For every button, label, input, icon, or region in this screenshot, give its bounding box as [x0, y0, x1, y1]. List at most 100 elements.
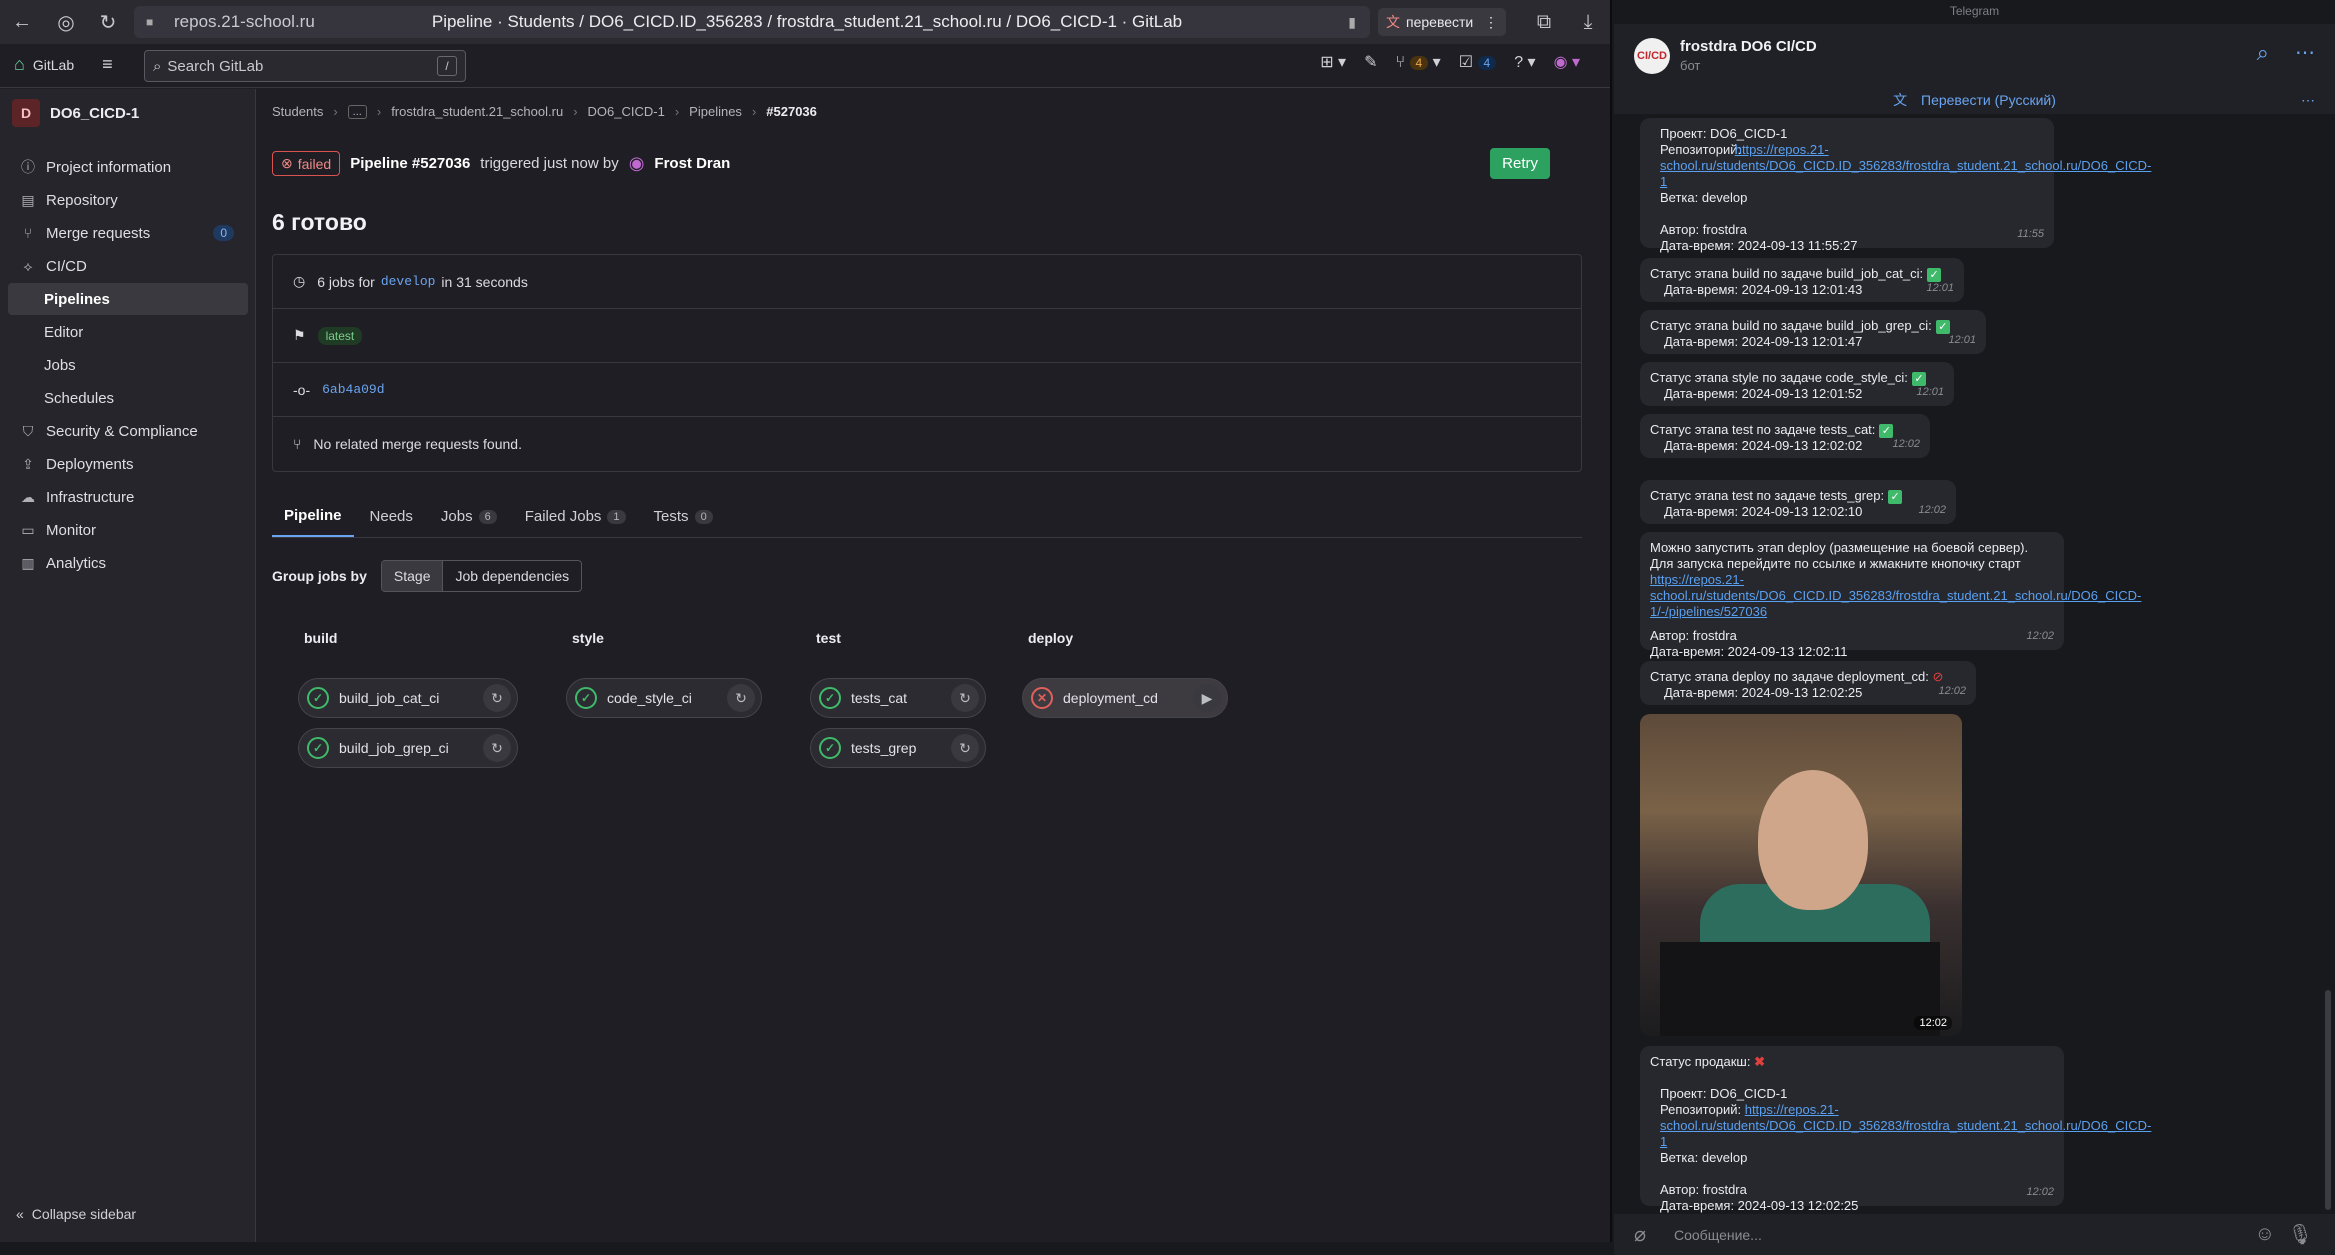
download-icon[interactable]: ⤓ [1574, 8, 1602, 36]
collapse-sidebar-button[interactable]: « Collapse sidebar [16, 1206, 136, 1222]
sidebar-item-ci-cd[interactable]: ⟡ CI/CD [8, 250, 248, 282]
sidebar-item-monitor[interactable]: ▭ Monitor [8, 514, 248, 546]
user-avatar-small[interactable]: ◉ [629, 153, 645, 174]
tab-tests[interactable]: Tests 0 [642, 496, 725, 537]
job-deployment-cd[interactable]: ✕ deployment_cd ▶ [1022, 678, 1228, 718]
more-icon[interactable]: ⋮ [1484, 14, 1498, 31]
tab-failed-jobs[interactable]: Failed Jobs 1 [513, 496, 638, 537]
reload-icon[interactable]: ↻ [94, 8, 122, 36]
gitlab-header: ⌂ GitLab ≡ ⌕ Search GitLab / ⊞ ▾ ✎ ⑂ 4 ▾… [0, 44, 1610, 88]
tab-label: Tests [653, 508, 689, 525]
job-code-style-ci[interactable]: ✓ code_style_ci ↻ [566, 678, 762, 718]
sidebar-item-deployments[interactable]: ⇪ Deployments [8, 448, 248, 480]
breadcrumb-more-button[interactable]: ... [347, 104, 367, 119]
breadcrumb-separator: › [333, 104, 338, 119]
sticker-icon[interactable]: ☺ [2255, 1223, 2275, 1246]
sidebar-item-analytics[interactable]: ▥ Analytics [8, 547, 248, 579]
job-build-job-grep-ci[interactable]: ✓ build_job_grep_ci ↻ [298, 728, 518, 768]
chat-name[interactable]: frostdra DO6 CI/CD [1680, 38, 1817, 55]
message-line: Можно запустить этап deploy (размещение … [1650, 540, 2029, 555]
tab-pipeline[interactable]: Pipeline [272, 496, 354, 537]
sidebar-item-label: Security & Compliance [46, 422, 198, 440]
translate-button[interactable]: 文 перевести ⋮ [1378, 8, 1506, 36]
group-by-dependencies-button[interactable]: Job dependencies [443, 561, 581, 591]
retry-icon[interactable]: ↻ [483, 734, 511, 762]
sidebar-item-infrastructure[interactable]: ☁ Infrastructure [8, 481, 248, 513]
jobs-prefix: 6 jobs for [317, 273, 375, 290]
message-line: Дата-время: 2024-09-13 12:02:11 [1650, 644, 1848, 659]
chat-avatar[interactable]: CI/CD [1634, 38, 1670, 74]
search-input[interactable]: ⌕ Search GitLab / [144, 50, 466, 82]
user-avatar[interactable]: ◉ ▾ [1554, 52, 1580, 72]
gitlab-logo[interactable]: ⌂ GitLab ≡ [14, 54, 113, 75]
translate-more-icon[interactable]: ⋯ [2301, 86, 2315, 114]
bookmark-icon[interactable]: ▮ [1348, 14, 1356, 31]
chat-scrollbar[interactable] [2325, 990, 2331, 1210]
message-label: Репозиторий: [1660, 1102, 1742, 1117]
breadcrumb-students[interactable]: Students [272, 104, 323, 119]
job-build-job-cat-ci[interactable]: ✓ build_job_cat_ci ↻ [298, 678, 518, 718]
tab-jobs[interactable]: Jobs 6 [429, 496, 509, 537]
project-header[interactable]: D DO6_CICD-1 [12, 99, 139, 127]
commit-link[interactable]: 6ab4a09d [322, 382, 384, 397]
message-line: Статус этапа test по задаче tests_grep: ✓ [1650, 488, 1946, 504]
tabs-icon[interactable]: ⧉ [1530, 8, 1558, 36]
hamburger-icon[interactable]: ≡ [102, 54, 113, 75]
sidebar-item-project-information[interactable]: ⓘ Project information [8, 151, 248, 183]
issues-icon[interactable]: ✎ [1364, 52, 1377, 72]
search-icon[interactable]: ⌕ [2257, 40, 2269, 66]
message-time: 12:02 [1918, 504, 1946, 516]
todo-icon[interactable]: ☑ 4 [1459, 52, 1497, 72]
success-icon: ✓ [819, 737, 841, 759]
sidebar-item-pipelines[interactable]: Pipelines [8, 283, 248, 315]
retry-button[interactable]: Retry [1490, 148, 1550, 179]
job-name: code_style_ci [607, 690, 692, 706]
retry-icon[interactable]: ↻ [483, 684, 511, 712]
retry-icon[interactable]: ↻ [727, 684, 755, 712]
breadcrumb-separator: › [376, 104, 382, 119]
sidebar-item-security-compliance[interactable]: ⛉ Security & Compliance [8, 415, 248, 447]
message-line: Для запуска перейдите по ссылке и жмакни… [1650, 556, 2021, 571]
microphone-icon[interactable]: 🎙 [2288, 1222, 2313, 1247]
extension-icon[interactable]: ◎ [52, 8, 80, 36]
merge-requests-icon[interactable]: ⑂ 4 ▾ [1395, 52, 1440, 72]
sidebar-item-merge-requests[interactable]: ⑂ Merge requests 0 [8, 217, 248, 249]
brand-label: GitLab [32, 56, 75, 73]
sidebar-item-jobs[interactable]: Jobs [8, 349, 248, 381]
breadcrumb-user[interactable]: frostdra_student.21_school.ru [391, 104, 563, 119]
back-icon[interactable]: ← [8, 8, 36, 36]
info-icon: ⓘ [21, 159, 35, 175]
stage-title: style [572, 630, 604, 646]
pipeline-link[interactable]: https://repos.21-school.ru/students/DO6_… [1650, 572, 2141, 619]
gif-message[interactable]: 12:02 [1640, 714, 1962, 1036]
message-input[interactable]: ⌀ Сообщение... ☺ 🎙 [1614, 1214, 2335, 1255]
status-badge[interactable]: ⊗ failed [272, 151, 341, 176]
breadcrumb-pipelines[interactable]: Pipelines [689, 104, 742, 119]
tab-needs[interactable]: Needs [358, 496, 425, 537]
user-name[interactable]: Frost Dran [654, 155, 730, 172]
more-icon[interactable]: ⋯ [2295, 40, 2315, 65]
group-by-toggle: Stage Job dependencies [380, 560, 583, 592]
address-bar[interactable]: ■ repos.21-school.ru Pipeline · Students… [134, 6, 1370, 38]
message-line: Дата-время: 2024-09-13 12:01:47 [1664, 334, 1863, 349]
translate-bar[interactable]: 文 Перевести (Русский) ⋯ [1614, 86, 2335, 114]
attach-icon[interactable]: ⌀ [1634, 1222, 1646, 1247]
breadcrumb-project[interactable]: DO6_CICD-1 [588, 104, 665, 119]
sidebar-item-editor[interactable]: Editor [8, 316, 248, 348]
help-icon[interactable]: ? ▾ [1514, 52, 1535, 72]
job-tests-grep[interactable]: ✓ tests_grep ↻ [810, 728, 986, 768]
message-text: Статус этапа test по задаче tests_grep: [1650, 488, 1885, 503]
group-by-stage-button[interactable]: Stage [381, 561, 444, 591]
sidebar-item-schedules[interactable]: Schedules [8, 382, 248, 414]
message-line: Статус продакш: ✖ [1650, 1054, 2054, 1070]
job-tests-cat[interactable]: ✓ tests_cat ↻ [810, 678, 986, 718]
shield-icon: ⛉ [22, 422, 34, 439]
play-icon[interactable]: ▶ [1193, 684, 1221, 712]
retry-icon[interactable]: ↻ [951, 684, 979, 712]
branch-link[interactable]: develop [381, 274, 436, 289]
message-line: Дата-время: 2024-09-13 12:01:43 [1664, 282, 1863, 297]
retry-icon[interactable]: ↻ [951, 734, 979, 762]
new-item-icon[interactable]: ⊞ ▾ [1320, 52, 1346, 72]
sidebar-item-repository[interactable]: ▤ Repository [8, 184, 248, 216]
message-list: Проект: DO6_CICD-1 Репозиторий: https://… [1614, 114, 2335, 1213]
